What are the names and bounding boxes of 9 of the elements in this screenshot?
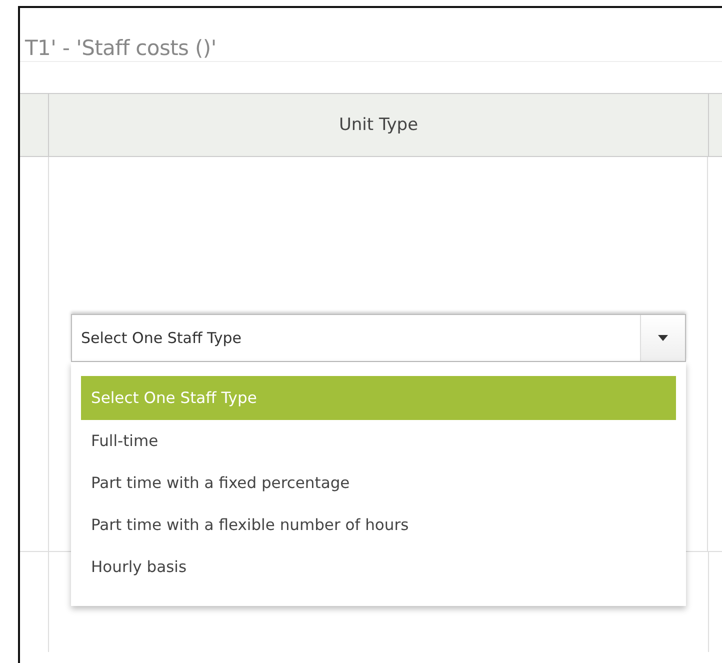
page-title: T1' - 'Staff costs ()' [20, 8, 722, 62]
select-value: Select One Staff Type [80, 329, 243, 347]
staff-type-select[interactable]: Select One Staff Type [71, 314, 686, 362]
dropdown-option[interactable]: Part time with a flexible number of hours [81, 504, 676, 546]
dropdown-option[interactable]: Part time with a fixed percentage [81, 462, 676, 504]
dropdown-option[interactable]: Full-time [81, 420, 676, 462]
caret-icon [658, 335, 668, 341]
column-header: Unit Type [48, 94, 708, 156]
dropdown-option[interactable]: Hourly basis [81, 546, 676, 588]
